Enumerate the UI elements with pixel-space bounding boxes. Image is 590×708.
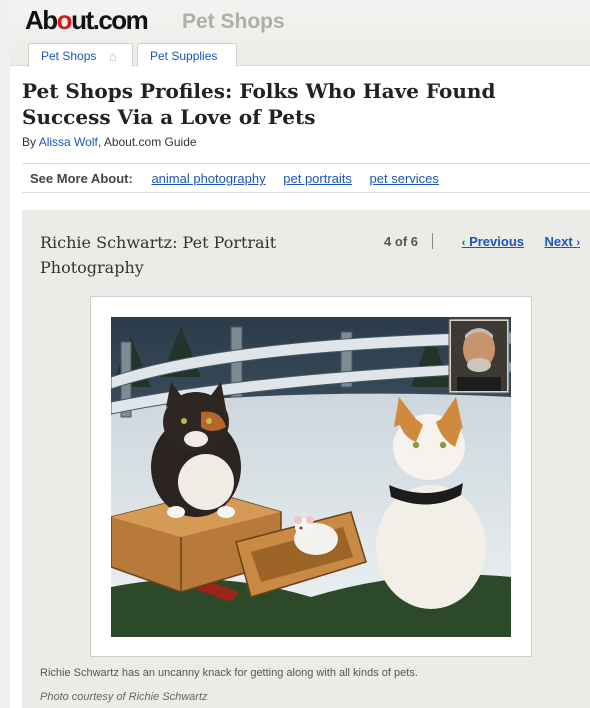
about-logo[interactable]: About.com (25, 5, 149, 36)
site-header: About.com Pet Shops Pet Shops ⌂ Pet Supp… (10, 0, 590, 67)
tab-pet-supplies[interactable]: Pet Supplies (137, 43, 237, 67)
photo-illustration (111, 317, 511, 637)
slideshow-panel: Richie Schwartz: Pet Portrait Photograph… (22, 210, 590, 708)
tag-pet-services[interactable]: pet services (370, 171, 439, 186)
logo-red-o: o (56, 5, 73, 35)
see-more-bar: See More About: animal photography pet p… (22, 163, 590, 193)
slide-title: Richie Schwartz: Pet Portrait Photograph… (40, 233, 277, 277)
home-icon: ⌂ (109, 49, 117, 64)
next-label: Next (544, 234, 573, 249)
previous-link[interactable]: ‹ Previous (462, 234, 524, 249)
site-name[interactable]: Pet Shops (182, 10, 285, 34)
logo-text-start: Ab (25, 5, 58, 35)
tag-animal-photography[interactable]: animal photography (151, 171, 265, 186)
photo-frame (90, 296, 532, 657)
chevron-right-icon: › (576, 237, 580, 249)
nav-divider (432, 233, 433, 249)
see-more-label: See More About: (30, 171, 133, 186)
previous-label: Previous (469, 234, 524, 249)
next-link[interactable]: Next › (545, 234, 580, 249)
photo-credit: Photo courtesy of Richie Schwartz (40, 691, 208, 703)
byline: By Alissa Wolf, About.com Guide (22, 135, 197, 149)
slide-counter: 4 of 6 (384, 234, 418, 249)
slide-photo[interactable] (111, 317, 511, 637)
tab-label: Pet Supplies (150, 49, 218, 63)
photo-caption: Richie Schwartz has an uncanny knack for… (40, 667, 418, 679)
tab-label: Pet Shops (41, 49, 97, 63)
byline-suffix: , About.com Guide (97, 135, 197, 149)
page: About.com Pet Shops Pet Shops ⌂ Pet Supp… (10, 0, 590, 708)
author-link[interactable]: Alissa Wolf (39, 135, 98, 149)
article-title: Pet Shops Profiles: Folks Who Have Found… (22, 79, 496, 129)
byline-prefix: By (22, 135, 39, 149)
tab-pet-shops[interactable]: Pet Shops ⌂ (28, 43, 133, 67)
chevron-left-icon: ‹ (461, 237, 466, 249)
logo-text-end: ut.com (71, 5, 149, 35)
tag-pet-portraits[interactable]: pet portraits (283, 171, 352, 186)
